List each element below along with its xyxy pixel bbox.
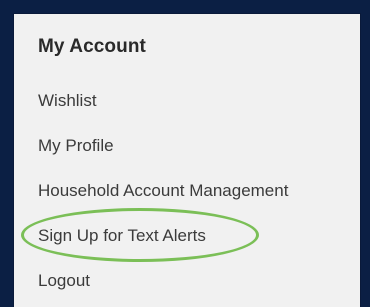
my-profile-link[interactable]: My Profile: [38, 136, 114, 155]
my-account-heading: My Account: [38, 36, 146, 57]
sign-up-text-alerts-link[interactable]: Sign Up for Text Alerts: [38, 226, 206, 245]
menu-item-wishlist: Wishlist: [38, 78, 288, 123]
menu-item-household-account-management: Household Account Management: [38, 168, 288, 213]
logout-link[interactable]: Logout: [38, 271, 90, 290]
wishlist-link[interactable]: Wishlist: [38, 91, 97, 110]
my-account-panel: My Account Wishlist My Profile Household…: [14, 14, 360, 307]
account-menu-list: Wishlist My Profile Household Account Ma…: [38, 78, 288, 303]
menu-item-logout: Logout: [38, 258, 288, 303]
page-background: My Account Wishlist My Profile Household…: [0, 0, 370, 307]
menu-item-my-profile: My Profile: [38, 123, 288, 168]
menu-item-text-alerts: Sign Up for Text Alerts: [38, 213, 288, 258]
household-account-management-link[interactable]: Household Account Management: [38, 181, 288, 200]
